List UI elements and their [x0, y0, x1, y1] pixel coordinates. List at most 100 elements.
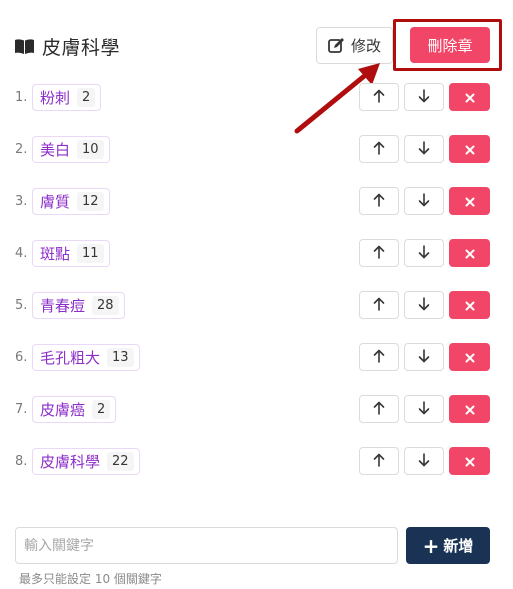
- move-down-button[interactable]: [404, 447, 444, 475]
- keyword-input[interactable]: [15, 527, 398, 564]
- item-index: 3.: [15, 194, 28, 209]
- close-icon: [465, 400, 475, 419]
- close-icon: [465, 244, 475, 263]
- arrow-down-icon: [418, 348, 430, 367]
- list-item: 5. 青春痘 28: [0, 290, 513, 322]
- arrow-up-icon: [373, 348, 385, 367]
- arrow-up-icon: [373, 296, 385, 315]
- keyword-tag[interactable]: 毛孔粗大 13: [32, 344, 140, 371]
- delete-keyword-button[interactable]: [449, 83, 490, 111]
- arrow-up-icon: [373, 400, 385, 419]
- keyword-count: 12: [77, 192, 104, 211]
- keyword-count: 2: [77, 88, 96, 107]
- list-item: 2. 美白 10: [0, 134, 513, 166]
- close-icon: [465, 348, 475, 367]
- keyword-tag[interactable]: 皮膚科學 22: [32, 448, 140, 475]
- arrow-down-icon: [418, 400, 430, 419]
- plus-icon: +: [422, 533, 440, 558]
- delete-keyword-button[interactable]: [449, 239, 490, 267]
- move-up-button[interactable]: [359, 395, 399, 423]
- arrow-up-icon: [373, 88, 385, 107]
- keyword-tag[interactable]: 美白 10: [32, 136, 110, 163]
- add-keyword-label: 新增: [443, 537, 474, 555]
- arrow-down-icon: [418, 296, 430, 315]
- arrow-up-icon: [373, 140, 385, 159]
- keyword-count: 13: [107, 348, 134, 367]
- item-index: 5.: [15, 298, 28, 313]
- item-index: 7.: [15, 402, 28, 417]
- edit-button-label: 修改: [350, 37, 381, 55]
- page-title: 皮膚科學: [42, 37, 121, 59]
- move-up-button[interactable]: [359, 187, 399, 215]
- keyword-tag[interactable]: 膚質 12: [32, 188, 110, 215]
- move-down-button[interactable]: [404, 239, 444, 267]
- arrow-down-icon: [418, 452, 430, 471]
- keyword-label: 美白: [40, 141, 71, 159]
- close-icon: [465, 140, 475, 159]
- list-item: 7. 皮膚癌 2: [0, 394, 513, 426]
- chapter-title-group: 皮膚科學: [15, 33, 120, 60]
- keyword-count: 10: [77, 140, 104, 159]
- arrow-down-icon: [418, 244, 430, 263]
- delete-chapter-label: 刪除章: [427, 36, 473, 55]
- arrow-up-icon: [373, 192, 385, 211]
- list-item: 8. 皮膚科學 22: [0, 446, 513, 478]
- keyword-tag[interactable]: 皮膚癌 2: [32, 396, 117, 423]
- keyword-label: 粉刺: [40, 89, 71, 107]
- move-down-button[interactable]: [404, 291, 444, 319]
- arrow-down-icon: [418, 140, 430, 159]
- item-index: 6.: [15, 350, 28, 365]
- list-item: 1. 粉刺 2: [0, 82, 513, 114]
- list-item: 6. 毛孔粗大 13: [0, 342, 513, 374]
- item-index: 4.: [15, 246, 28, 261]
- move-up-button[interactable]: [359, 291, 399, 319]
- book-open-icon: [15, 39, 34, 54]
- arrow-down-icon: [418, 192, 430, 211]
- item-index: 8.: [15, 454, 28, 469]
- item-index: 2.: [15, 142, 28, 157]
- delete-keyword-button[interactable]: [449, 343, 490, 371]
- move-up-button[interactable]: [359, 135, 399, 163]
- keyword-count: 28: [92, 296, 119, 315]
- keyword-tag[interactable]: 粉刺 2: [32, 84, 102, 111]
- keyword-count: 22: [107, 452, 134, 471]
- delete-chapter-button[interactable]: 刪除章: [410, 27, 490, 63]
- move-up-button[interactable]: [359, 239, 399, 267]
- arrow-up-icon: [373, 244, 385, 263]
- keyword-label: 青春痘: [40, 297, 86, 315]
- item-index: 1.: [15, 90, 28, 105]
- arrow-down-icon: [418, 88, 430, 107]
- keyword-count: 2: [92, 400, 111, 419]
- move-down-button[interactable]: [404, 343, 444, 371]
- add-keyword-button[interactable]: + 新增: [406, 527, 490, 564]
- close-icon: [465, 192, 475, 211]
- chapter-header: 皮膚科學 修改 刪除章: [0, 0, 513, 92]
- move-up-button[interactable]: [359, 447, 399, 475]
- keyword-count: 11: [77, 244, 104, 263]
- delete-keyword-button[interactable]: [449, 291, 490, 319]
- move-up-button[interactable]: [359, 83, 399, 111]
- keyword-label: 皮膚癌: [40, 401, 86, 419]
- move-down-button[interactable]: [404, 187, 444, 215]
- keyword-label: 皮膚科學: [40, 453, 101, 471]
- list-item: 4. 斑點 11: [0, 238, 513, 270]
- keyword-label: 斑點: [40, 245, 71, 263]
- edit-icon: [328, 38, 344, 53]
- move-up-button[interactable]: [359, 343, 399, 371]
- close-icon: [465, 296, 475, 315]
- keyword-limit-help: 最多只能設定 10 個關鍵字: [19, 572, 162, 586]
- list-item: 3. 膚質 12: [0, 186, 513, 218]
- close-icon: [465, 88, 475, 107]
- arrow-up-icon: [373, 452, 385, 471]
- move-down-button[interactable]: [404, 135, 444, 163]
- delete-keyword-button[interactable]: [449, 447, 490, 475]
- delete-keyword-button[interactable]: [449, 135, 490, 163]
- move-down-button[interactable]: [404, 83, 444, 111]
- delete-keyword-button[interactable]: [449, 187, 490, 215]
- keyword-tag[interactable]: 青春痘 28: [32, 292, 125, 319]
- keyword-label: 毛孔粗大: [40, 349, 101, 367]
- delete-keyword-button[interactable]: [449, 395, 490, 423]
- close-icon: [465, 452, 475, 471]
- move-down-button[interactable]: [404, 395, 444, 423]
- keyword-tag[interactable]: 斑點 11: [32, 240, 110, 267]
